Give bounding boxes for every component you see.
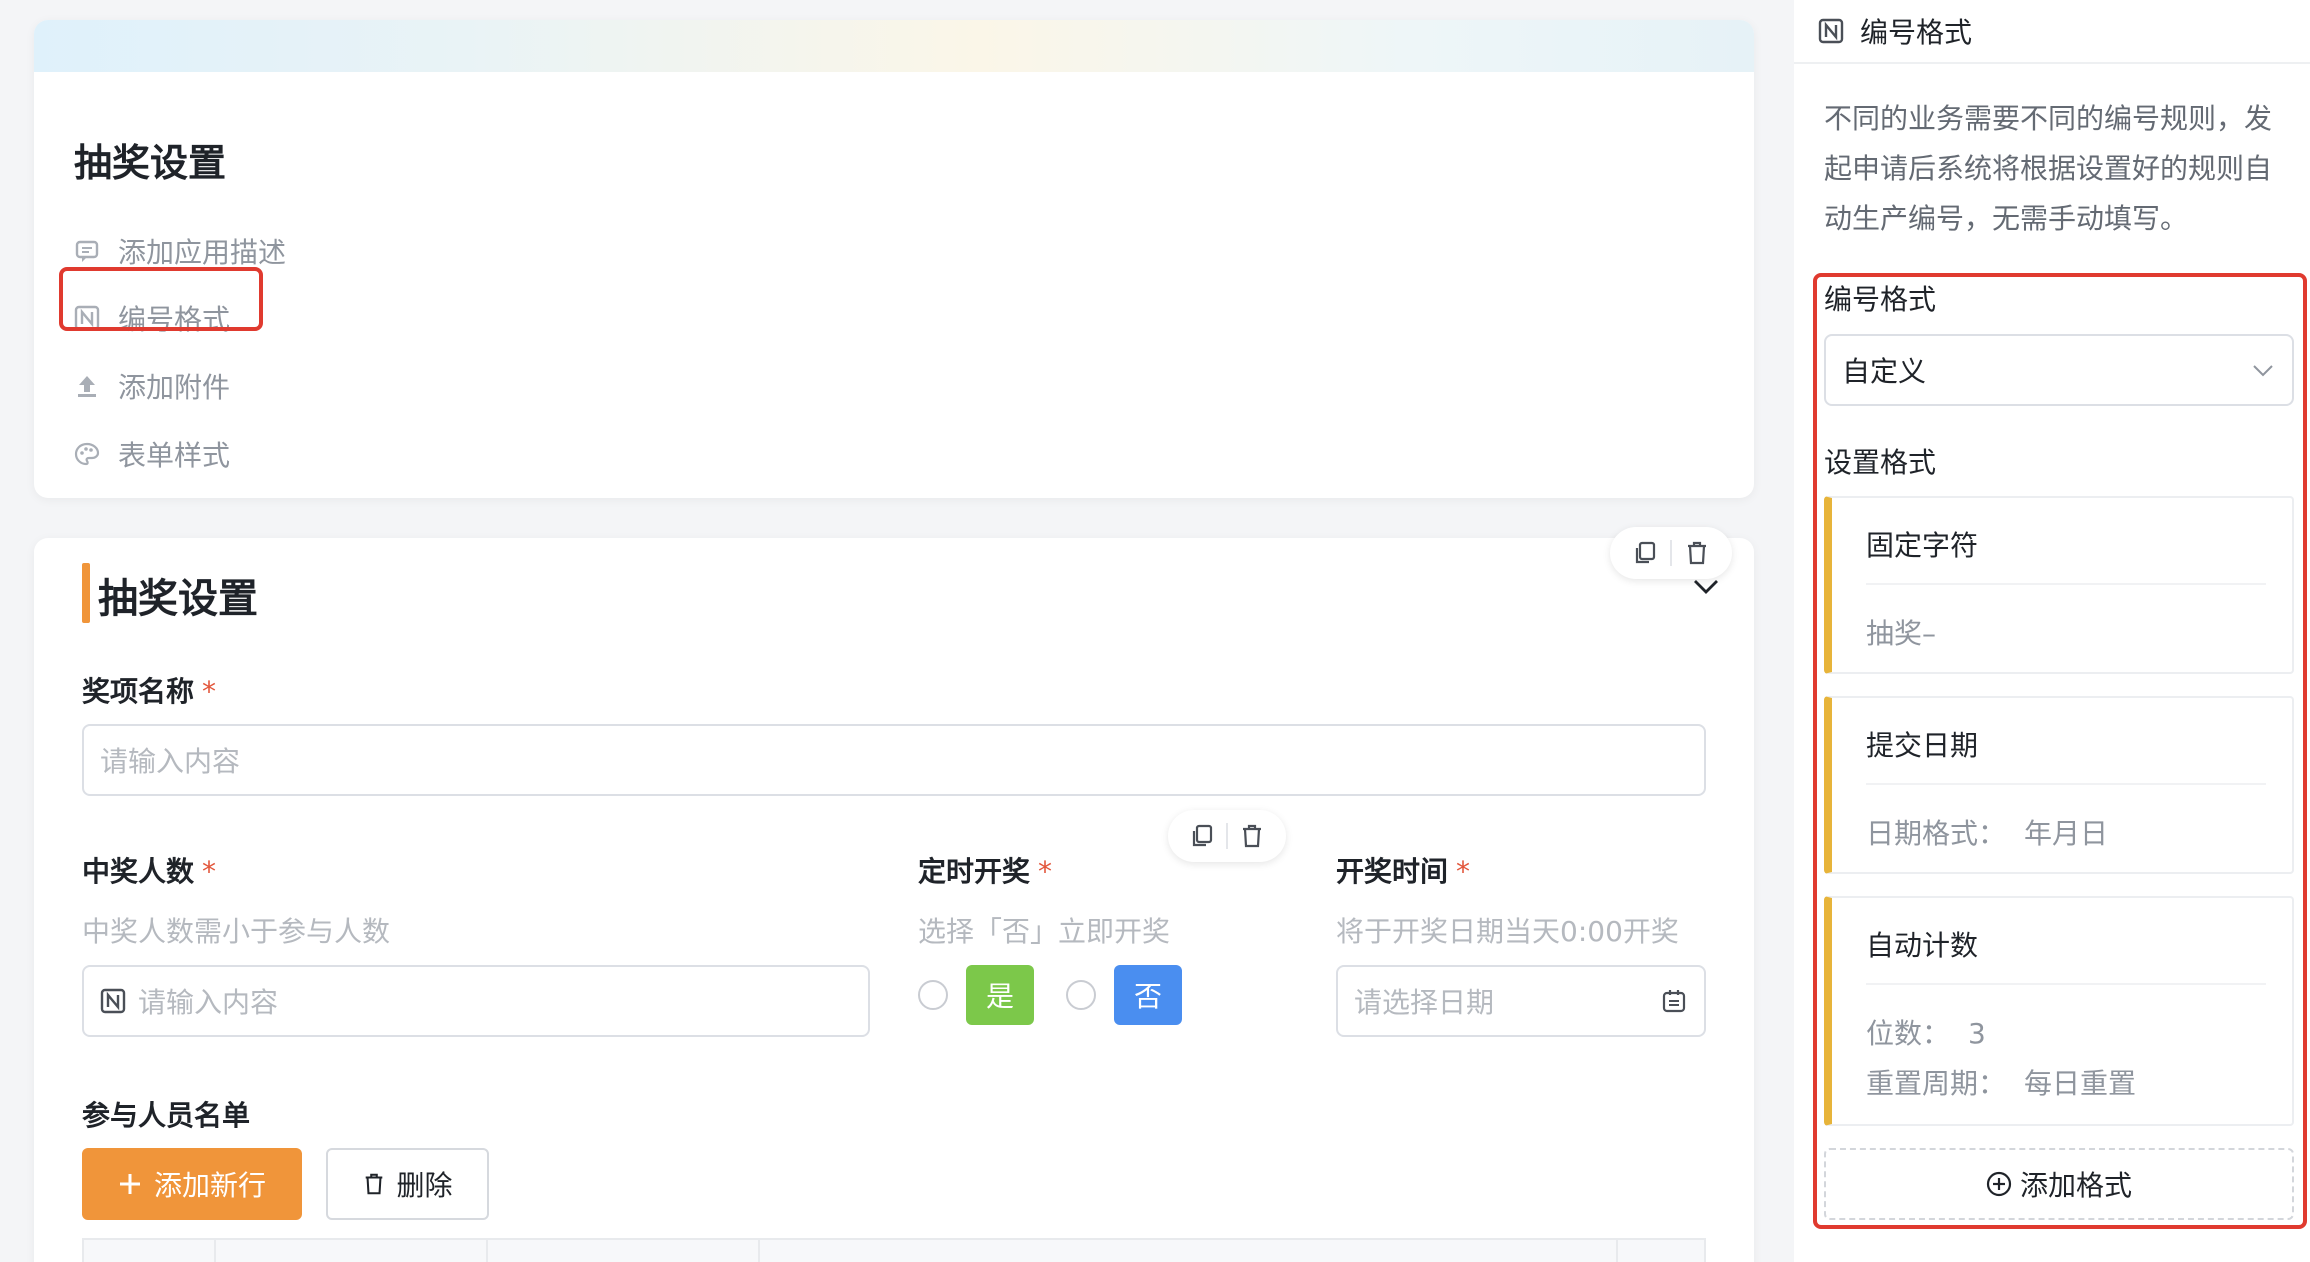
copy-icon[interactable] <box>1629 537 1661 569</box>
table-column-divider <box>758 1240 760 1262</box>
format-type-value: 自定义 <box>1842 355 1927 388</box>
highlight-box-number-format <box>59 267 263 331</box>
format-type-select[interactable]: 自定义 <box>1824 334 2294 406</box>
winners-input[interactable]: 请输入内容 <box>82 965 870 1037</box>
winners-hint: 中奖人数需小于参与人数 <box>82 915 391 948</box>
palette-icon <box>74 441 100 467</box>
format-type-label: 编号格式 <box>1824 283 1937 316</box>
trash-icon[interactable] <box>1236 820 1268 852</box>
section-accent-bar <box>82 563 90 623</box>
number-format-icon <box>1818 18 1844 44</box>
settings-card: 抽奖设置 添加应用描述 编号格式 添加附件 表单样式 <box>34 20 1754 498</box>
menu-item-label: 添加应用描述 <box>118 236 287 269</box>
prize-name-placeholder: 请输入内容 <box>100 745 241 778</box>
table-column-divider <box>214 1240 216 1262</box>
panel-description: 不同的业务需要不同的编号规则，发起申请后系统将根据设置好的规则自动生产编号，无需… <box>1824 102 2273 235</box>
menu-item-label: 表单样式 <box>118 439 231 472</box>
yes-option[interactable]: 是 <box>966 965 1034 1025</box>
trash-icon <box>362 1172 386 1196</box>
upload-icon <box>74 373 100 399</box>
scheduled-label: 定时开奖 * <box>918 855 1053 888</box>
field-toolbar <box>1168 810 1286 862</box>
number-format-icon <box>100 988 126 1014</box>
format-item-digits: 位数： 3 <box>1866 1017 1986 1050</box>
format-item-title: 固定字符 <box>1866 529 1979 562</box>
format-item-title: 自动计数 <box>1866 929 1979 962</box>
format-item-reset-period: 重置周期： 每日重置 <box>1866 1067 2137 1100</box>
winners-label: 中奖人数 * <box>82 855 217 888</box>
comment-icon <box>74 238 100 264</box>
set-format-label: 设置格式 <box>1824 446 1937 479</box>
delete-button[interactable]: 删除 <box>326 1148 489 1220</box>
menu-item-add-attachment[interactable]: 添加附件 <box>74 361 230 411</box>
radio-no[interactable] <box>1066 980 1096 1010</box>
toolbar-divider <box>1669 540 1672 566</box>
plus-icon <box>118 1172 142 1196</box>
add-row-label: 添加新行 <box>153 1169 266 1202</box>
draw-time-label: 开奖时间 * <box>1336 855 1471 888</box>
add-row-button[interactable]: 添加新行 <box>82 1148 302 1220</box>
add-format-label: 添加格式 <box>2019 1169 2132 1202</box>
toolbar-divider <box>1226 823 1228 849</box>
format-item-divider <box>1866 983 2266 985</box>
participants-label: 参与人员名单 <box>82 1099 251 1132</box>
format-item-auto-counter[interactable]: 自动计数 位数： 3 重置周期： 每日重置 <box>1824 896 2294 1126</box>
add-format-button[interactable]: 添加格式 <box>1824 1148 2294 1220</box>
copy-icon[interactable] <box>1186 820 1218 852</box>
chevron-down-icon <box>2250 357 2276 383</box>
no-option[interactable]: 否 <box>1114 965 1182 1025</box>
prize-name-input[interactable]: 请输入内容 <box>82 724 1706 796</box>
format-item-value: 抽奖– <box>1866 617 1937 650</box>
table-column-divider <box>1616 1240 1618 1262</box>
table-column-divider <box>486 1240 488 1262</box>
format-item-submit-date[interactable]: 提交日期 日期格式： 年月日 <box>1824 696 2294 874</box>
menu-item-form-style[interactable]: 表单样式 <box>74 429 230 479</box>
settings-card-title: 抽奖设置 <box>74 141 227 185</box>
radio-yes[interactable] <box>918 980 948 1010</box>
collapse-chevron-icon[interactable] <box>1690 570 1722 602</box>
delete-label: 删除 <box>396 1169 453 1202</box>
menu-item-label: 添加附件 <box>118 371 231 404</box>
format-item-fixed-chars[interactable]: 固定字符 抽奖– <box>1824 496 2294 674</box>
plus-circle-icon <box>1986 1171 2012 1197</box>
format-item-title: 提交日期 <box>1866 729 1979 762</box>
format-item-value: 日期格式： 年月日 <box>1866 817 2109 850</box>
participants-table-header <box>82 1238 1706 1262</box>
winners-placeholder: 请输入内容 <box>138 986 279 1019</box>
settings-card-banner <box>34 20 1754 72</box>
panel-title: 编号格式 <box>1860 16 1973 49</box>
section-title: 抽奖设置 <box>98 576 258 622</box>
scheduled-hint: 选择「否」立即开奖 <box>918 915 1171 948</box>
prize-name-label: 奖项名称 * <box>82 675 217 708</box>
trash-icon[interactable] <box>1681 537 1713 569</box>
format-item-divider <box>1866 783 2266 785</box>
panel-header: 编号格式 <box>1794 0 2310 64</box>
calendar-icon <box>1660 987 1688 1015</box>
format-item-divider <box>1866 583 2266 585</box>
draw-date-picker[interactable]: 请选择日期 <box>1336 965 1706 1037</box>
draw-time-hint: 将于开奖日期当天0:00开奖 <box>1336 915 1679 948</box>
draw-date-placeholder: 请选择日期 <box>1354 986 1495 1019</box>
